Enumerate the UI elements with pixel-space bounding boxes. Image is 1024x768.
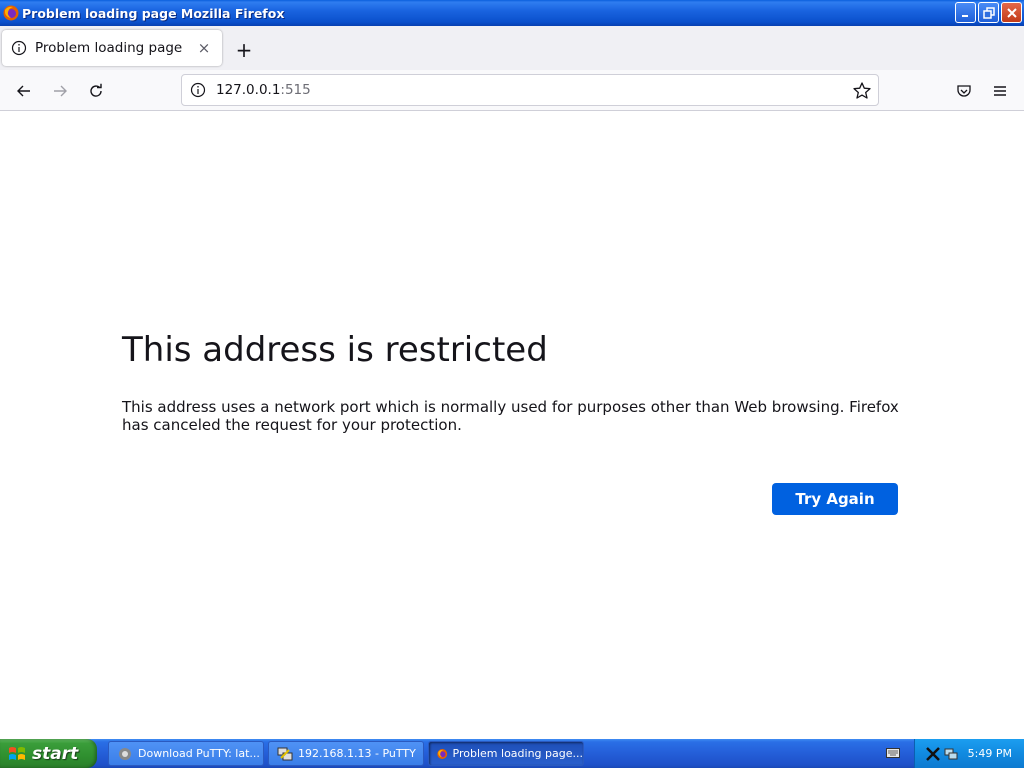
taskbar-item-putty-session[interactable]: 192.168.1.13 - PuTTY bbox=[268, 741, 424, 766]
bookmark-star-icon[interactable] bbox=[852, 81, 872, 101]
restore-icon bbox=[982, 6, 995, 19]
error-title: This address is restricted bbox=[122, 330, 548, 370]
system-tray: 5:49 PM bbox=[914, 739, 1024, 768]
tab-problem-loading[interactable]: Problem loading page × bbox=[2, 30, 222, 66]
forward-arrow-icon bbox=[54, 85, 67, 97]
info-icon bbox=[11, 40, 27, 56]
forward-button[interactable] bbox=[47, 78, 73, 104]
hamburger-menu-icon bbox=[994, 86, 1006, 96]
close-window-button[interactable] bbox=[1001, 2, 1022, 23]
putty-icon bbox=[277, 747, 293, 760]
taskbar: start Download PuTTY: lat... 192.168.1.1… bbox=[0, 739, 1024, 768]
tab-close-button[interactable]: × bbox=[192, 36, 216, 60]
back-button[interactable] bbox=[11, 78, 37, 104]
windows-logo-icon bbox=[9, 746, 25, 760]
new-tab-button[interactable]: + bbox=[232, 38, 256, 62]
reload-button[interactable] bbox=[83, 78, 109, 104]
taskbar-item-firefox[interactable]: Problem loading page... bbox=[428, 741, 584, 766]
taskbar-item-label: 192.168.1.13 - PuTTY bbox=[298, 747, 416, 760]
close-icon bbox=[1006, 7, 1017, 18]
taskbar-item-download-putty[interactable]: Download PuTTY: lat... bbox=[108, 741, 264, 766]
window-title-bar[interactable]: Problem loading page Mozilla Firefox bbox=[0, 0, 1024, 26]
tab-strip: Problem loading page × + bbox=[0, 26, 1024, 70]
network-icon[interactable] bbox=[943, 746, 959, 762]
clock[interactable]: 5:49 PM bbox=[968, 747, 1012, 760]
navigation-toolbar: 127.0.0.1:515 bbox=[0, 70, 1024, 111]
start-label: start bbox=[32, 743, 79, 764]
site-info-button[interactable] bbox=[189, 81, 207, 99]
url-bar[interactable]: 127.0.0.1:515 bbox=[181, 74, 879, 106]
firefox-icon bbox=[3, 5, 19, 21]
back-arrow-icon bbox=[17, 85, 30, 97]
url-text[interactable]: 127.0.0.1:515 bbox=[216, 82, 311, 98]
keyboard-icon[interactable] bbox=[886, 747, 900, 759]
pocket-icon bbox=[957, 85, 971, 97]
window-title: Problem loading page Mozilla Firefox bbox=[22, 5, 285, 21]
url-host: 127.0.0.1 bbox=[216, 82, 281, 98]
x-server-icon[interactable] bbox=[925, 746, 941, 762]
info-icon bbox=[190, 82, 206, 98]
restore-button[interactable] bbox=[978, 2, 999, 23]
plus-icon: + bbox=[235, 38, 253, 62]
firefox-icon bbox=[437, 748, 448, 759]
tab-label: Problem loading page bbox=[35, 40, 183, 56]
minimize-icon bbox=[961, 14, 968, 17]
taskbar-item-label: Download PuTTY: lat... bbox=[138, 747, 260, 760]
reload-icon bbox=[90, 83, 102, 97]
pocket-button[interactable] bbox=[951, 78, 977, 104]
taskbar-item-label: Problem loading page... bbox=[452, 747, 583, 760]
try-again-button[interactable]: Try Again bbox=[772, 483, 898, 515]
error-page: This address is restricted This address … bbox=[0, 111, 1024, 739]
putty-download-icon bbox=[119, 747, 131, 760]
error-description: This address uses a network port which i… bbox=[122, 398, 899, 434]
app-menu-button[interactable] bbox=[987, 78, 1013, 104]
minimize-button[interactable] bbox=[955, 2, 976, 23]
start-button[interactable]: start bbox=[0, 739, 97, 768]
close-icon: × bbox=[197, 39, 211, 57]
url-port: :515 bbox=[280, 82, 311, 98]
